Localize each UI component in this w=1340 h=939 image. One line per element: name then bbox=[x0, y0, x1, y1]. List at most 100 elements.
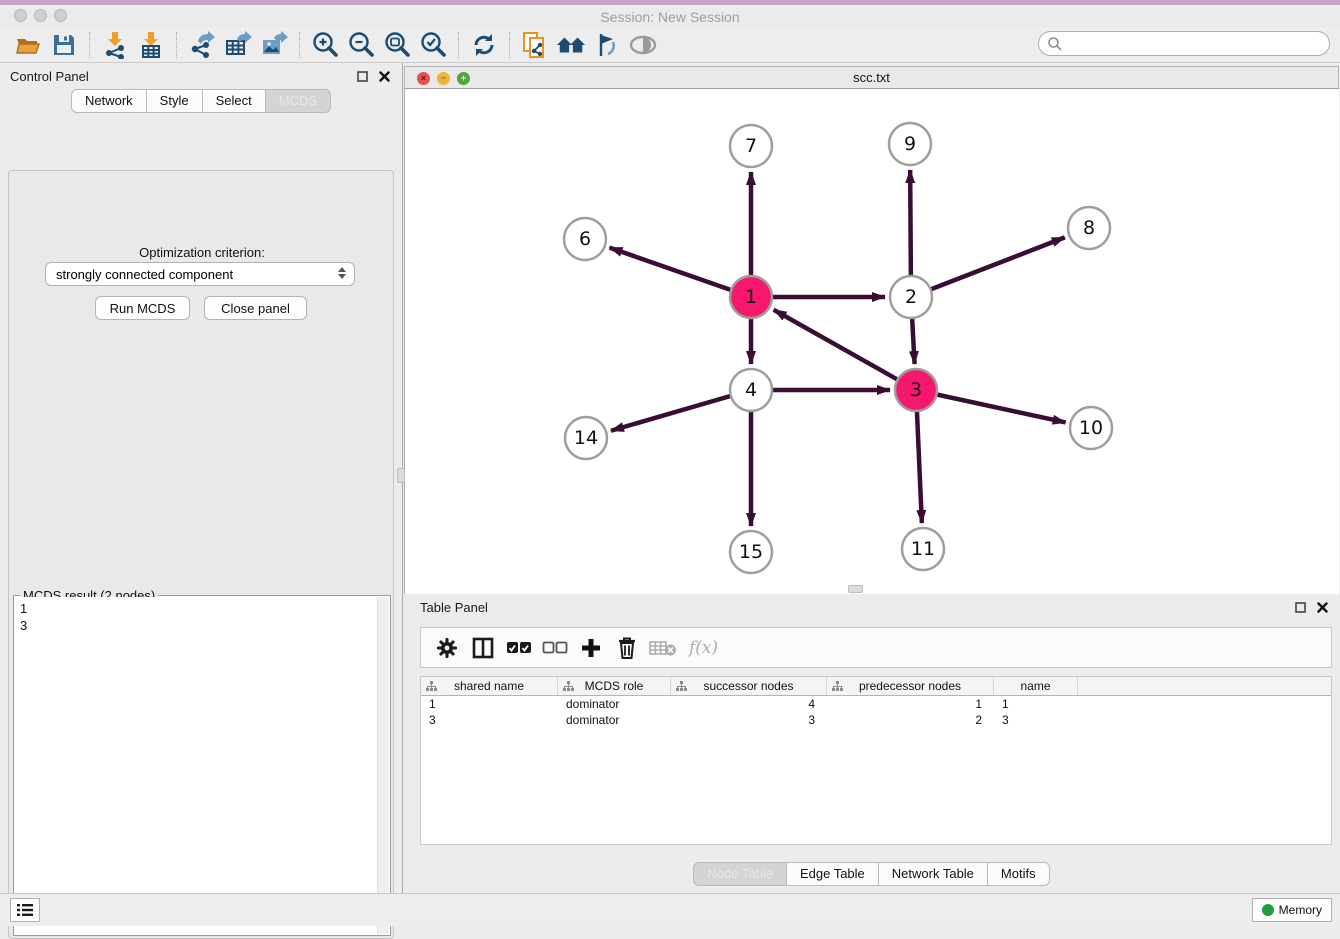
table-row[interactable]: 1dominator411 bbox=[421, 696, 1331, 712]
node-3[interactable]: 3 bbox=[895, 369, 937, 411]
toolbar-separator bbox=[299, 32, 300, 58]
tab-select[interactable]: Select bbox=[202, 89, 266, 113]
zoom-out-icon[interactable] bbox=[346, 31, 376, 59]
float-panel-icon[interactable] bbox=[354, 68, 370, 84]
show-graphics-details-eye-icon[interactable] bbox=[628, 31, 658, 59]
export-table-icon[interactable] bbox=[223, 31, 253, 59]
zoom-fit-icon[interactable] bbox=[382, 31, 412, 59]
tab-motifs[interactable]: Motifs bbox=[987, 862, 1050, 886]
table-row[interactable]: 3dominator323 bbox=[421, 712, 1331, 728]
minimize-network-button[interactable]: − bbox=[437, 72, 450, 85]
node-1[interactable]: 1 bbox=[730, 276, 772, 318]
column-header-MCDS-role[interactable]: MCDS role bbox=[558, 677, 671, 695]
select-all-checkboxes-icon[interactable] bbox=[501, 633, 537, 663]
tab-style[interactable]: Style bbox=[146, 89, 203, 113]
node-15[interactable]: 15 bbox=[730, 531, 772, 573]
edge-3-10[interactable] bbox=[916, 390, 1066, 422]
node-11[interactable]: 11 bbox=[902, 528, 944, 570]
split-panel-icon[interactable] bbox=[465, 633, 501, 663]
float-panel-icon[interactable] bbox=[1292, 599, 1308, 615]
node-2[interactable]: 2 bbox=[890, 276, 932, 318]
close-window-button[interactable] bbox=[14, 9, 27, 22]
column-header-name[interactable]: name bbox=[994, 677, 1078, 695]
cell-name[interactable]: 1 bbox=[994, 696, 1078, 712]
node-6[interactable]: 6 bbox=[564, 218, 606, 260]
cell-shared-name[interactable]: 3 bbox=[421, 712, 558, 728]
import-network-icon[interactable] bbox=[100, 31, 130, 59]
export-image-icon[interactable] bbox=[259, 31, 289, 59]
close-panel-icon[interactable] bbox=[376, 68, 392, 84]
import-table-icon[interactable] bbox=[136, 31, 166, 59]
add-column-icon[interactable] bbox=[573, 633, 609, 663]
vertical-splitter-grip[interactable] bbox=[397, 468, 405, 483]
delete-column-trash-icon[interactable] bbox=[609, 633, 645, 663]
tab-edge-table[interactable]: Edge Table bbox=[786, 862, 879, 886]
list-icon bbox=[17, 903, 33, 917]
run-mcds-button[interactable]: Run MCDS bbox=[95, 296, 190, 320]
annotation-icon[interactable] bbox=[592, 31, 622, 59]
table-body: 1dominator4113dominator323 bbox=[421, 696, 1331, 728]
column-header-predecessor-nodes[interactable]: predecessor nodes bbox=[827, 677, 994, 695]
minimize-window-button[interactable] bbox=[34, 9, 47, 22]
search-input[interactable] bbox=[1063, 34, 1329, 54]
horizontal-splitter-grip[interactable] bbox=[848, 585, 863, 593]
cell-predecessor-nodes[interactable]: 1 bbox=[827, 696, 994, 712]
svg-text:15: 15 bbox=[739, 541, 763, 563]
node-7[interactable]: 7 bbox=[730, 125, 772, 167]
edge-2-8[interactable] bbox=[911, 237, 1065, 297]
column-settings-gear-icon[interactable] bbox=[429, 633, 465, 663]
cell-MCDS-role[interactable]: dominator bbox=[558, 696, 671, 712]
home-icon[interactable] bbox=[556, 31, 586, 59]
close-network-button[interactable]: × bbox=[417, 72, 430, 85]
node-table[interactable]: shared nameMCDS rolesuccessor nodesprede… bbox=[420, 676, 1332, 845]
delete-table-icon bbox=[645, 633, 681, 663]
app-title: Session: New Session bbox=[600, 9, 739, 25]
cell-MCDS-role[interactable]: dominator bbox=[558, 712, 671, 728]
refresh-icon[interactable] bbox=[469, 31, 499, 59]
network-graph[interactable]: 1 2 3 4 6 7 8 9 10 11 14 15 bbox=[405, 89, 1340, 594]
optimization-criterion-label: Optimization criterion: bbox=[9, 245, 395, 260]
close-panel-button[interactable]: Close panel bbox=[204, 296, 307, 320]
zoom-in-icon[interactable] bbox=[310, 31, 340, 59]
tab-network[interactable]: Network bbox=[71, 89, 147, 113]
control-panel-title: Control Panel bbox=[10, 69, 348, 84]
cell-successor-nodes[interactable]: 3 bbox=[671, 712, 827, 728]
clone-network-icon[interactable] bbox=[520, 31, 550, 59]
tab-network-table[interactable]: Network Table bbox=[878, 862, 988, 886]
maximize-network-button[interactable]: + bbox=[457, 72, 470, 85]
selected-option: strongly connected component bbox=[56, 267, 233, 282]
cell-shared-name[interactable]: 1 bbox=[421, 696, 558, 712]
search-box[interactable] bbox=[1038, 31, 1330, 56]
edge-1-6[interactable] bbox=[610, 248, 751, 297]
task-history-button[interactable] bbox=[10, 898, 40, 922]
tab-node-table[interactable]: Node Table bbox=[693, 862, 787, 886]
cell-successor-nodes[interactable]: 4 bbox=[671, 696, 827, 712]
export-network-icon[interactable] bbox=[187, 31, 217, 59]
open-session-icon[interactable] bbox=[13, 31, 43, 59]
window-controls bbox=[14, 9, 67, 22]
memory-label: Memory bbox=[1279, 903, 1322, 917]
save-session-icon[interactable] bbox=[49, 31, 79, 59]
node-14[interactable]: 14 bbox=[565, 417, 607, 459]
mcds-tab-content: Optimization criterion: strongly connect… bbox=[8, 170, 394, 939]
edge-3-1[interactable] bbox=[774, 310, 916, 390]
column-header-successor-nodes[interactable]: successor nodes bbox=[671, 677, 827, 695]
deselect-all-checkboxes-icon[interactable] bbox=[537, 633, 573, 663]
zoom-selected-icon[interactable] bbox=[418, 31, 448, 59]
toolbar-separator bbox=[176, 32, 177, 58]
cell-name[interactable]: 3 bbox=[994, 712, 1078, 728]
node-8[interactable]: 8 bbox=[1068, 207, 1110, 249]
network-canvas[interactable]: 1 2 3 4 6 7 8 9 10 11 14 15 bbox=[404, 89, 1339, 594]
optimization-criterion-select[interactable]: strongly connected component bbox=[45, 262, 355, 286]
close-panel-icon[interactable] bbox=[1314, 599, 1330, 615]
tab-mcds[interactable]: MCDS bbox=[265, 89, 331, 113]
cell-predecessor-nodes[interactable]: 2 bbox=[827, 712, 994, 728]
column-header-shared-name[interactable]: shared name bbox=[421, 677, 558, 695]
network-window-titlebar[interactable]: × − + scc.txt bbox=[404, 66, 1339, 89]
node-10[interactable]: 10 bbox=[1070, 407, 1112, 449]
node-4[interactable]: 4 bbox=[730, 369, 772, 411]
memory-button[interactable]: Memory bbox=[1252, 898, 1332, 922]
result-scrollbar[interactable] bbox=[377, 597, 389, 934]
node-9[interactable]: 9 bbox=[889, 123, 931, 165]
maximize-window-button[interactable] bbox=[54, 9, 67, 22]
